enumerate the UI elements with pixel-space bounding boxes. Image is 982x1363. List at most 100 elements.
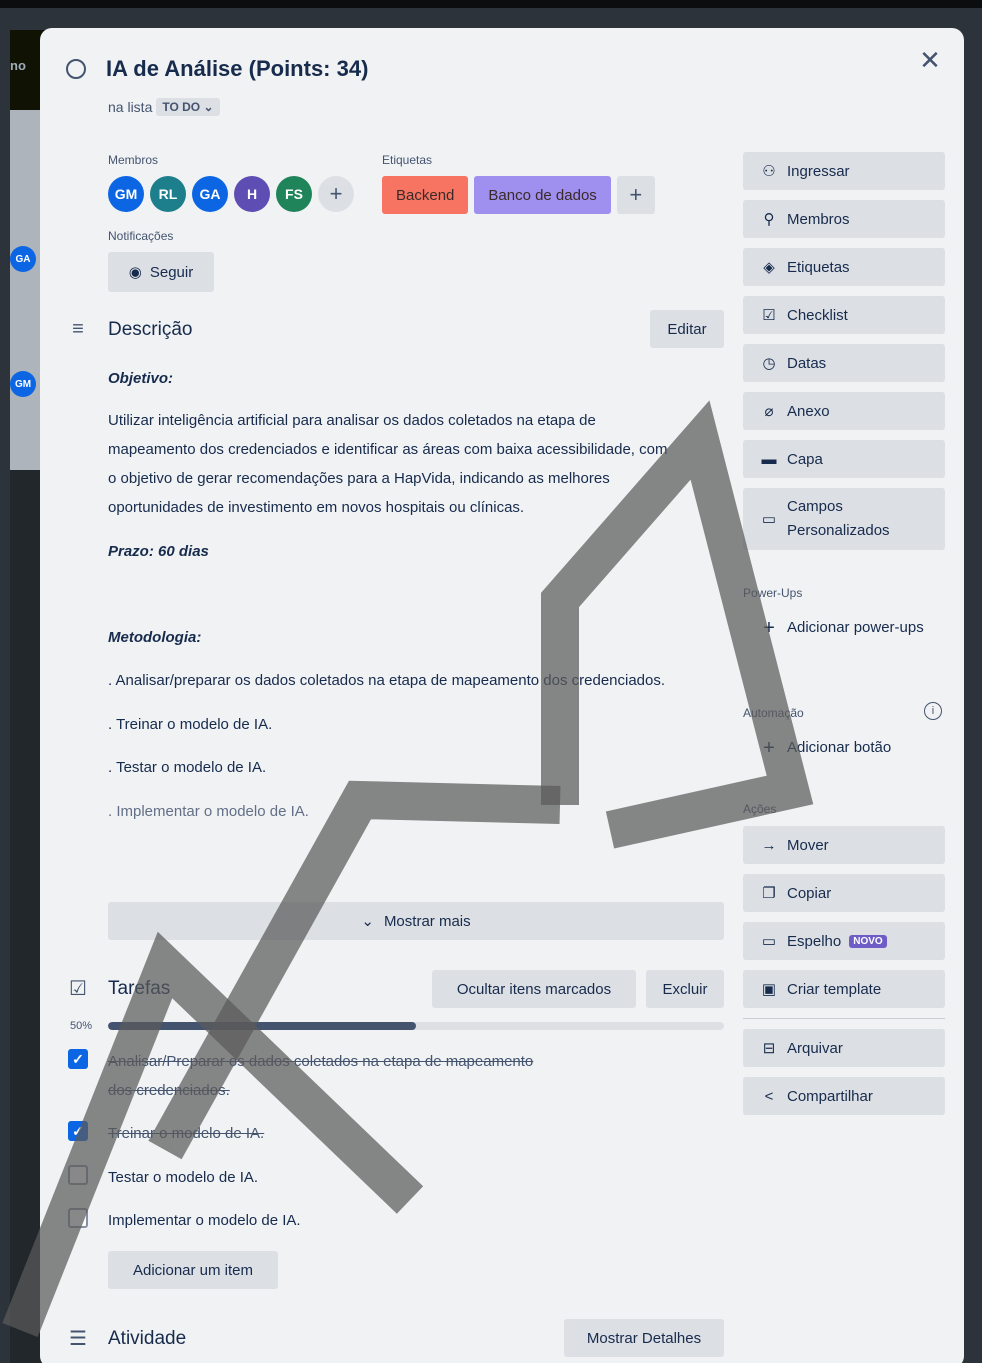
mirror-label: Espelho bbox=[787, 932, 842, 950]
delete-checklist-button[interactable]: Excluir bbox=[646, 970, 724, 1008]
in-list-prefix: na lista bbox=[108, 99, 153, 115]
custom-fields-label: Campos Personalizados bbox=[787, 498, 890, 539]
checkbox-checked[interactable]: ✓ bbox=[68, 1049, 88, 1069]
checklist-item: Implementar o modelo de IA. bbox=[68, 1206, 301, 1235]
labels-label: Etiquetas bbox=[787, 258, 850, 276]
plus-icon: + bbox=[763, 617, 775, 639]
info-icon[interactable]: i bbox=[924, 702, 942, 720]
avatar[interactable]: FS bbox=[276, 176, 312, 212]
checklist-item-text[interactable]: Treinar o modelo de IA. bbox=[108, 1119, 264, 1148]
methodology-item: . Treinar o modelo de IA. bbox=[108, 716, 273, 733]
add-member-button[interactable]: + bbox=[318, 176, 354, 212]
attachment-button[interactable]: ⌀ Anexo bbox=[743, 392, 945, 430]
description-header: ≡ Descrição bbox=[66, 318, 192, 341]
progress-bar-fill bbox=[108, 1022, 416, 1030]
card-detail-modal: ✕ IA de Análise (Points: 34) na lista TO… bbox=[40, 28, 964, 1363]
methodology-heading: Metodologia: bbox=[108, 629, 202, 646]
cover-button[interactable]: ▬ Capa bbox=[743, 440, 945, 478]
notifications-label: Notificações bbox=[108, 229, 174, 243]
checklist-button[interactable]: ☑ Checklist bbox=[743, 296, 945, 334]
hide-checked-items-button[interactable]: Ocultar itens marcados bbox=[432, 970, 636, 1008]
add-button-label: Adicionar botão bbox=[787, 739, 892, 756]
mirror-icon: ▭ bbox=[761, 933, 777, 950]
chevron-down-icon: ⌄ bbox=[203, 100, 214, 114]
checklist-item-text[interactable]: Testar o modelo de IA. bbox=[108, 1163, 258, 1192]
follow-button[interactable]: ◉ Seguir bbox=[108, 252, 214, 292]
deadline: Prazo: 60 dias bbox=[108, 543, 209, 560]
methodology-item: . Testar o modelo de IA. bbox=[108, 759, 267, 776]
join-icon: ⚇ bbox=[762, 163, 776, 180]
checkbox-checked[interactable]: ✓ bbox=[68, 1121, 88, 1141]
activity-title: Atividade bbox=[108, 1327, 187, 1349]
share-button[interactable]: < Compartilhar bbox=[743, 1077, 945, 1115]
edit-description-button[interactable]: Editar bbox=[650, 310, 724, 348]
browser-top-strip bbox=[0, 0, 982, 8]
background-avatar: GM bbox=[10, 371, 36, 397]
checkbox-unchecked[interactable] bbox=[68, 1165, 88, 1185]
avatar[interactable]: GA bbox=[192, 176, 228, 212]
actions-label: Ações bbox=[743, 802, 777, 816]
avatar[interactable]: H bbox=[234, 176, 270, 212]
checklist-item: Testar o modelo de IA. bbox=[68, 1163, 258, 1192]
label-icon: ◈ bbox=[763, 259, 775, 276]
join-button[interactable]: ⚇ Ingressar bbox=[743, 152, 945, 190]
checklist-label: Checklist bbox=[787, 306, 848, 324]
card-title-row: IA de Análise (Points: 34) bbox=[66, 56, 368, 82]
progress-bar bbox=[108, 1022, 724, 1030]
attachment-label: Anexo bbox=[787, 402, 830, 420]
members-button[interactable]: ⚲ Membros bbox=[743, 200, 945, 238]
add-button-button[interactable]: + Adicionar botão bbox=[743, 736, 891, 760]
label-banco-de-dados[interactable]: Banco de dados bbox=[474, 176, 611, 214]
dates-label: Datas bbox=[787, 354, 827, 372]
checklist-item-line: dos credenciados. bbox=[108, 1082, 230, 1099]
labels-label: Etiquetas bbox=[382, 153, 433, 167]
labels-button[interactable]: ◈ Etiquetas bbox=[743, 248, 945, 286]
archive-button[interactable]: ⊟ Arquivar bbox=[743, 1029, 945, 1067]
move-button[interactable]: → Mover bbox=[743, 826, 945, 864]
description-title: Descrição bbox=[108, 318, 193, 340]
members-avatars: GM RL GA H FS + bbox=[108, 176, 354, 212]
copy-icon: ❐ bbox=[762, 885, 776, 902]
card-title[interactable]: IA de Análise (Points: 34) bbox=[106, 56, 368, 82]
create-template-button[interactable]: ▣ Criar template bbox=[743, 970, 945, 1008]
custom-fields-button[interactable]: ▭ Campos Personalizados bbox=[743, 488, 945, 550]
avatar[interactable]: GM bbox=[108, 176, 144, 212]
plus-icon: + bbox=[763, 737, 775, 759]
complete-circle-icon[interactable] bbox=[66, 59, 86, 79]
list-selector[interactable]: TO DO ⌄ bbox=[156, 98, 220, 116]
chevron-down-icon: ⌄ bbox=[361, 913, 374, 930]
label-backend[interactable]: Backend bbox=[382, 176, 469, 214]
dates-button[interactable]: ◷ Datas bbox=[743, 344, 945, 382]
add-label-button[interactable]: + bbox=[616, 176, 655, 214]
objective-line: o objetivo de gerar recomendações para a… bbox=[108, 470, 610, 487]
share-label: Compartilhar bbox=[787, 1087, 873, 1105]
clock-icon: ◷ bbox=[762, 355, 776, 372]
add-powerups-label: Adicionar power-ups bbox=[787, 619, 924, 636]
progress-percent: 50% bbox=[70, 1020, 93, 1032]
add-powerups-button[interactable]: + Adicionar power-ups bbox=[743, 616, 927, 640]
cover-label: Capa bbox=[787, 450, 823, 468]
checklist-item-text[interactable]: Analisar/Preparar os dados coletados na … bbox=[108, 1047, 533, 1105]
description-icon: ≡ bbox=[72, 318, 84, 340]
sidebar-divider bbox=[743, 1018, 945, 1019]
close-icon[interactable]: ✕ bbox=[914, 44, 946, 76]
copy-button[interactable]: ❐ Copiar bbox=[743, 874, 945, 912]
mirror-button[interactable]: ▭ Espelho NOVO bbox=[743, 922, 945, 960]
checklist-header: ☑ Tarefas bbox=[66, 976, 170, 1001]
checkbox-unchecked[interactable] bbox=[68, 1208, 88, 1228]
checklist-item: ✓ Analisar/Preparar os dados coletados n… bbox=[68, 1047, 533, 1105]
show-details-button[interactable]: Mostrar Detalhes bbox=[564, 1319, 724, 1357]
show-more-button[interactable]: ⌄ Mostrar mais bbox=[108, 902, 724, 940]
avatar[interactable]: RL bbox=[150, 176, 186, 212]
archive-label: Arquivar bbox=[787, 1039, 843, 1057]
create-template-label: Criar template bbox=[787, 980, 882, 998]
checklist-item-line: Analisar/Preparar os dados coletados na … bbox=[108, 1053, 534, 1070]
objective-text: Utilizar inteligência artificial para an… bbox=[108, 406, 728, 522]
custom-fields-icon: ▭ bbox=[761, 511, 777, 528]
arrow-right-icon: → bbox=[761, 836, 777, 854]
in-list-row: na lista TO DO ⌄ bbox=[108, 98, 220, 116]
add-item-button[interactable]: Adicionar um item bbox=[108, 1251, 278, 1289]
activity-icon: ☰ bbox=[69, 1328, 87, 1350]
checklist-title: Tarefas bbox=[108, 977, 171, 999]
checklist-item-text[interactable]: Implementar o modelo de IA. bbox=[108, 1206, 301, 1235]
